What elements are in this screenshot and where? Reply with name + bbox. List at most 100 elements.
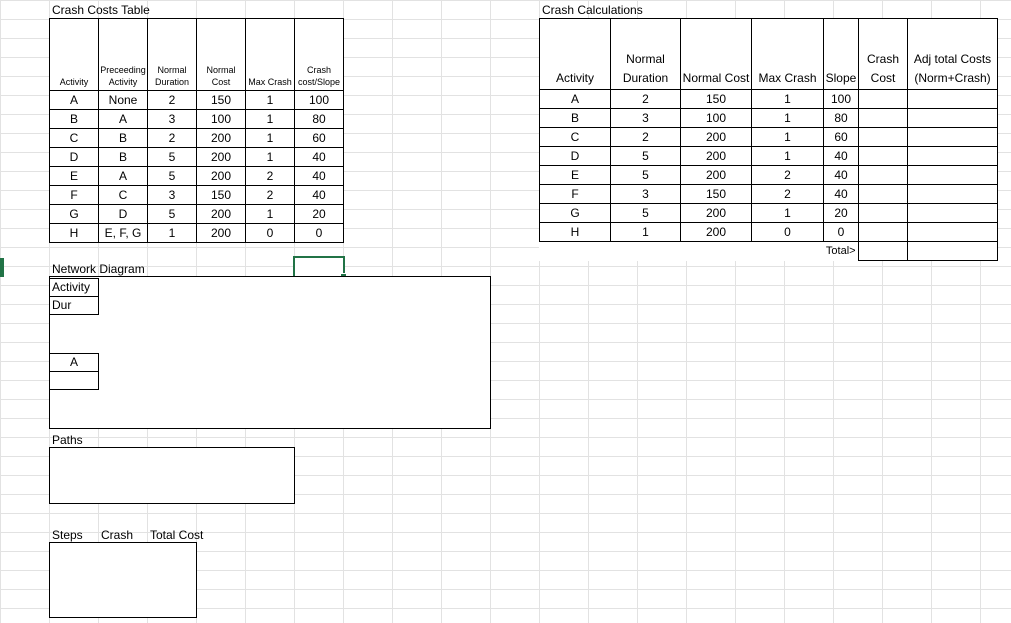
table-cell[interactable]: 1 [610, 222, 681, 242]
table-cell[interactable]: 60 [294, 128, 344, 148]
table-cell[interactable]: 3 [610, 108, 681, 128]
table-cell[interactable]: 40 [294, 147, 344, 167]
table-cell[interactable]: 20 [823, 203, 859, 223]
table-cell[interactable]: 0 [245, 223, 295, 243]
table-cell[interactable] [907, 222, 998, 242]
table-cell[interactable]: 200 [196, 223, 246, 243]
table-cell[interactable]: None [98, 90, 148, 110]
table-cell[interactable]: 1 [751, 89, 824, 109]
table-cell[interactable]: 0 [823, 222, 859, 242]
table-cell[interactable]: 5 [147, 147, 197, 167]
table-cell[interactable]: 40 [294, 166, 344, 186]
table-cell[interactable] [858, 222, 908, 242]
table-cell[interactable] [907, 89, 998, 109]
table-cell[interactable]: C [539, 127, 611, 147]
table-cell[interactable]: 1 [245, 109, 295, 129]
table-cell[interactable]: 1 [245, 204, 295, 224]
table-cell[interactable] [907, 127, 998, 147]
table-cell[interactable] [907, 165, 998, 185]
table-cell[interactable] [858, 165, 908, 185]
table-cell[interactable]: 100 [294, 90, 344, 110]
table-cell[interactable] [858, 127, 908, 147]
table-cell[interactable]: 40 [823, 184, 859, 204]
header-cell[interactable]: Normal Duration [147, 18, 197, 91]
table-cell[interactable]: 5 [610, 203, 681, 223]
table-cell[interactable]: 100 [196, 109, 246, 129]
header-cell[interactable]: Crash cost/Slope [294, 18, 344, 91]
table-cell[interactable]: C [49, 128, 99, 148]
table-cell[interactable]: 200 [196, 128, 246, 148]
table-cell[interactable]: 200 [196, 204, 246, 224]
table-cell[interactable] [858, 184, 908, 204]
node-a-duration-cell[interactable] [49, 371, 99, 390]
table-cell[interactable]: 200 [680, 127, 752, 147]
table-cell[interactable]: G [49, 204, 99, 224]
table-cell[interactable]: 0 [294, 223, 344, 243]
table-cell[interactable]: 100 [680, 108, 752, 128]
table-cell[interactable]: 200 [680, 222, 752, 242]
table-cell[interactable] [907, 108, 998, 128]
table-cell[interactable]: 5 [147, 204, 197, 224]
total-value-cell[interactable] [907, 241, 998, 261]
legend-activity-cell[interactable]: Activity [49, 278, 99, 297]
table-cell[interactable]: 2 [751, 165, 824, 185]
table-cell[interactable]: 200 [196, 166, 246, 186]
table-cell[interactable]: B [539, 108, 611, 128]
table-cell[interactable]: A [49, 90, 99, 110]
table-cell[interactable]: 100 [823, 89, 859, 109]
table-cell[interactable]: 200 [680, 165, 752, 185]
header-cell[interactable]: Activity [539, 18, 611, 90]
table-cell[interactable]: 1 [751, 127, 824, 147]
header-cell[interactable]: Crash Cost [858, 18, 908, 90]
node-a-activity-cell[interactable]: A [49, 353, 99, 372]
table-cell[interactable]: 3 [610, 184, 681, 204]
table-cell[interactable]: 2 [147, 128, 197, 148]
header-cell[interactable]: Activity [49, 18, 99, 91]
table-cell[interactable]: H [49, 223, 99, 243]
table-cell[interactable]: 200 [680, 146, 752, 166]
header-cell[interactable]: Normal Cost [680, 18, 752, 90]
header-cell[interactable]: Max Crash [751, 18, 824, 90]
table-cell[interactable]: 1 [751, 108, 824, 128]
table-cell[interactable] [858, 108, 908, 128]
table-cell[interactable]: H [539, 222, 611, 242]
table-cell[interactable] [907, 146, 998, 166]
table-cell[interactable] [858, 146, 908, 166]
table-cell[interactable]: 20 [294, 204, 344, 224]
table-cell[interactable]: C [98, 185, 148, 205]
legend-dur-cell[interactable]: Dur [49, 296, 99, 315]
table-cell[interactable]: E [49, 166, 99, 186]
table-cell[interactable]: 40 [294, 185, 344, 205]
table-cell[interactable]: 1 [147, 223, 197, 243]
table-cell[interactable]: A [539, 89, 611, 109]
table-cell[interactable]: D [539, 146, 611, 166]
table-cell[interactable] [907, 184, 998, 204]
table-cell[interactable]: 80 [823, 108, 859, 128]
table-cell[interactable]: B [98, 147, 148, 167]
header-cell[interactable]: Adj total Costs (Norm+Crash) [907, 18, 998, 90]
table-cell[interactable]: 1 [245, 128, 295, 148]
table-cell[interactable]: F [49, 185, 99, 205]
table-cell[interactable]: 80 [294, 109, 344, 129]
table-cell[interactable]: 150 [680, 184, 752, 204]
table-cell[interactable]: 150 [196, 185, 246, 205]
total-value-cell[interactable] [858, 241, 908, 261]
table-cell[interactable]: 2 [751, 184, 824, 204]
header-cell[interactable]: Normal Cost [196, 18, 246, 91]
table-cell[interactable]: B [98, 128, 148, 148]
table-cell[interactable]: 1 [751, 203, 824, 223]
table-cell[interactable]: D [98, 204, 148, 224]
table-cell[interactable]: 60 [823, 127, 859, 147]
table-cell[interactable]: A [98, 109, 148, 129]
table-cell[interactable]: 2 [610, 89, 681, 109]
table-cell[interactable]: D [49, 147, 99, 167]
table-cell[interactable] [858, 203, 908, 223]
table-cell[interactable]: 2 [245, 166, 295, 186]
header-cell[interactable]: Slope [823, 18, 859, 90]
table-cell[interactable]: 200 [680, 203, 752, 223]
table-cell[interactable]: 40 [823, 146, 859, 166]
selected-cell[interactable] [293, 256, 347, 280]
steps-box[interactable] [49, 542, 197, 618]
table-cell[interactable]: A [98, 166, 148, 186]
header-cell[interactable]: Normal Duration [610, 18, 681, 90]
